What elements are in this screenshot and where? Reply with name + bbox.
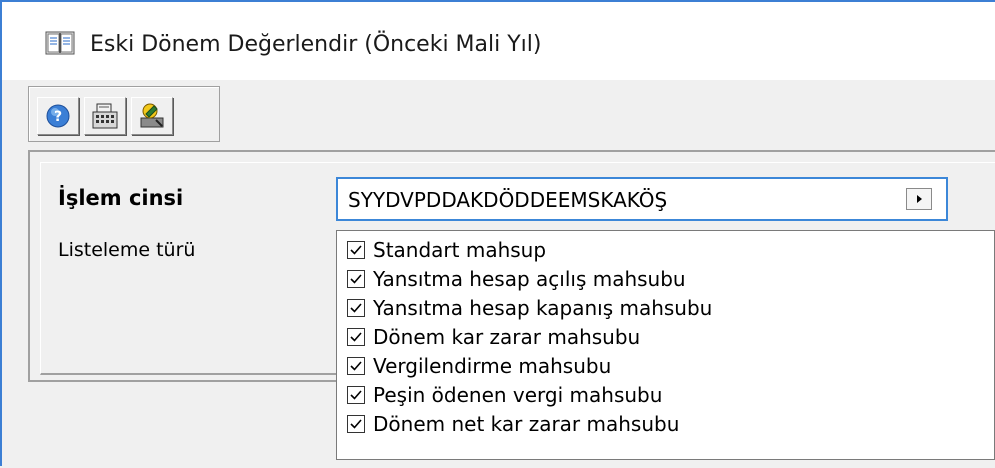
run-button[interactable] — [131, 97, 173, 135]
checkbox[interactable] — [347, 415, 365, 433]
app-window: Eski Dönem Değerlendir (Önceki Mali Yıl)… — [0, 0, 995, 468]
window-title: Eski Dönem Değerlendir (Önceki Mali Yıl) — [90, 32, 542, 57]
checklist-item-label: Yansıtma hesap açılış mahsubu — [373, 267, 686, 291]
islem-cinsi-label: İşlem cinsi — [58, 186, 184, 210]
checklist-item-label: Yansıtma hesap kapanış mahsubu — [373, 296, 713, 320]
chevron-right-icon — [917, 195, 922, 203]
checklist-item-label: Standart mahsup — [373, 238, 547, 262]
checkbox[interactable] — [347, 386, 365, 404]
svg-text:?: ? — [54, 109, 62, 125]
checkbox[interactable] — [347, 328, 365, 346]
combo-expand-button[interactable] — [906, 188, 932, 210]
toolbar: ? — [28, 86, 220, 142]
checkbox[interactable] — [347, 299, 365, 317]
checklist-item-label: Vergilendirme mahsubu — [373, 354, 612, 378]
help-button[interactable]: ? — [37, 97, 79, 135]
checklist-item-label: Dönem net kar zarar mahsubu — [373, 412, 680, 436]
checkbox[interactable] — [347, 357, 365, 375]
calculator-button[interactable] — [84, 97, 126, 135]
islem-cinsi-value: SYYDVPDDAKDÖDDEEMSKAKÖŞ — [348, 188, 668, 212]
checklist-item-label: Dönem kar zarar mahsubu — [373, 325, 641, 349]
title-bar: Eski Dönem Değerlendir (Önceki Mali Yıl) — [2, 2, 995, 80]
book-icon — [45, 30, 75, 56]
checkbox[interactable] — [347, 270, 365, 288]
checklist-item-label: Peşin ödenen vergi mahsubu — [373, 383, 663, 407]
checkbox[interactable] — [347, 241, 365, 259]
islem-cinsi-checklist: Standart mahsup Yansıtma hesap açılış ma… — [336, 230, 995, 460]
islem-cinsi-combo[interactable]: SYYDVPDDAKDÖDDEEMSKAKÖŞ — [336, 177, 948, 221]
listeleme-turu-label: Listeleme türü — [58, 239, 196, 261]
